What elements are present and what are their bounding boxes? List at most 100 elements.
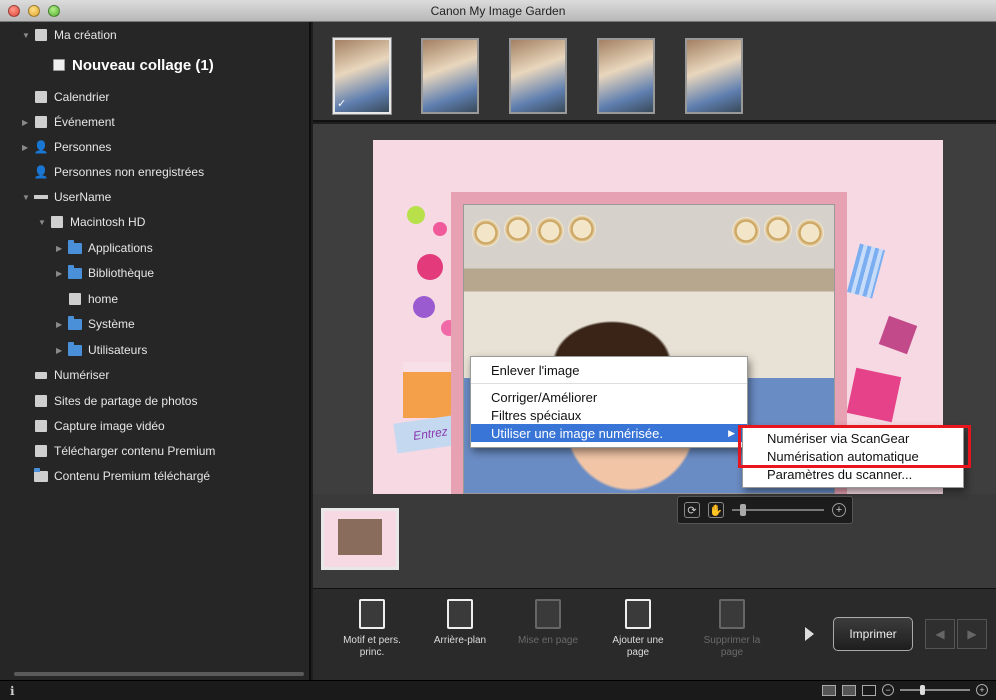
disclosure-open-icon[interactable]: ▼ [22,31,32,40]
gift-decoration [878,315,918,355]
zoom-in-icon[interactable]: + [976,684,988,696]
sidebar-item-label: Utilisateurs [88,343,148,357]
previous-page-button[interactable]: ◀ [925,619,955,649]
folder-icon [34,467,48,483]
sidebar-item-systeme[interactable]: ▶ Système [56,313,135,335]
next-page-button[interactable]: ▶ [957,619,987,649]
sidebar-item-label: Système [88,317,135,331]
layout-icon [535,599,561,629]
sidebar-item-sites-partage[interactable]: Sites de partage de photos [34,390,197,412]
sidebar-item-label: Sites de partage de photos [54,394,198,408]
menu-item-scanner-settings[interactable]: Paramètres du scanner... [743,465,963,483]
menu-item-scan-via-scangear[interactable]: Numériser via ScanGear [743,429,963,447]
print-button[interactable]: Imprimer [833,617,913,651]
sidebar-item-label: Nouveau collage (1) [72,56,214,74]
zoom-slider[interactable] [732,504,824,516]
fit-view-icon[interactable] [862,684,876,696]
add-page-icon [625,599,651,629]
ribbon-decoration [846,243,886,299]
menu-item-auto-scan[interactable]: Numérisation automatique [743,447,963,465]
view-mode-icon[interactable] [842,684,856,696]
menu-item-correct-enhance[interactable]: Corriger/Améliorer [471,388,747,406]
sidebar-item-label: home [88,292,119,306]
delete-page-button[interactable]: Supprimer la page [697,599,767,659]
sidebar-item-applications[interactable]: ▶ Applications [56,237,153,259]
sidebar-item-macintosh-hd[interactable]: ▼ Macintosh HD [38,211,145,233]
sidebar-item-personnes-non-enregistrees[interactable]: 👤 Personnes non enregistrées [33,161,205,183]
sidebar-item-home[interactable]: home [68,288,118,310]
sidebar-item-bibliotheque[interactable]: ▶ Bibliothèque [56,262,154,284]
sidebar-item-label: Calendrier [54,90,110,104]
disclosure-closed-icon[interactable]: ▶ [22,143,32,152]
photo-thumbnail[interactable] [685,38,743,114]
info-icon[interactable]: ℹ [10,684,15,698]
layout-button[interactable]: Mise en page [513,599,583,647]
photo-thumbnail[interactable] [509,38,567,114]
sidebar-item-utilisateurs[interactable]: ▶ Utilisateurs [56,339,147,361]
disclosure-open-icon[interactable]: ▼ [38,218,48,227]
menu-item-label: Utiliser une image numérisée. [491,425,663,441]
rotate-icon[interactable]: ⟳ [684,502,700,518]
plate-image-detail [568,215,596,243]
view-zoom-slider[interactable] [900,685,970,695]
delete-page-icon [719,599,745,629]
menu-item-remove-image[interactable]: Enlever l'image [471,361,747,379]
disclosure-closed-icon[interactable]: ▶ [56,269,66,278]
collage-icon [52,58,66,72]
view-mode-icon[interactable] [822,684,836,696]
add-page-button[interactable]: Ajouter une page [603,599,673,659]
disclosure-closed-icon[interactable]: ▶ [56,320,66,329]
sidebar-item-label: UserName [54,190,112,204]
checkmark-icon: ✓ [337,98,347,110]
disclosure-closed-icon[interactable]: ▶ [56,346,66,355]
folder-icon [68,239,82,255]
photo-thumbnail[interactable] [421,38,479,114]
photo-thumbnail[interactable] [597,38,655,114]
hand-icon[interactable]: ✋ [708,502,724,518]
sidebar-scrollbar[interactable] [14,672,304,676]
sidebar-item-contenu-premium[interactable]: Contenu Premium téléchargé [34,465,210,487]
flower-decoration [407,206,425,224]
sidebar-item-label: Contenu Premium téléchargé [54,469,211,483]
home-icon [68,292,82,306]
motif-button[interactable]: Motif et pers. princ. [337,599,407,659]
sidebar-item-nouveau-collage[interactable]: Nouveau collage (1) [52,54,214,76]
sidebar-item-label: Capture image vidéo [54,419,165,433]
sidebar-item-label: Événement [54,115,115,129]
folder-icon [68,264,82,280]
submenu-arrow-icon: ▶ [728,427,735,438]
sidebar-item-label: Télécharger contenu Premium [54,444,216,458]
page-thumbnail[interactable] [321,508,399,570]
folder-icon [68,341,82,357]
disclosure-closed-icon[interactable]: ▶ [56,244,66,253]
add-page-label: Ajouter une page [612,635,664,658]
flower-decoration [433,222,447,236]
person-unregistered-icon: 👤 [33,165,49,179]
more-options-arrow-icon[interactable] [805,627,814,641]
sidebar-item-label: Macintosh HD [70,215,146,229]
background-button[interactable]: Arrière-plan [425,599,495,647]
sidebar-item-numeriser[interactable]: Numériser [34,364,109,386]
disclosure-open-icon[interactable]: ▼ [22,193,32,202]
delete-page-label: Supprimer la page [703,635,761,658]
photo-thumbnail[interactable]: ✓ [333,38,391,114]
sidebar-item-evenement[interactable]: ▶ Événement [22,111,115,133]
sidebar-item-calendrier[interactable]: Calendrier [34,86,109,108]
sidebar-item-label: Bibliothèque [88,266,155,280]
sidebar-item-telecharger-premium[interactable]: Télécharger contenu Premium [34,440,215,462]
sidebar-item-username[interactable]: ▼ UserName [22,186,111,208]
sidebar-item-label: Personnes [54,140,112,154]
sidebar-item-label: Applications [88,241,153,255]
sidebar-item-personnes[interactable]: ▶ 👤 Personnes [22,136,111,158]
menu-item-use-scanned-image[interactable]: Utiliser une image numérisée. ▶ [471,424,747,442]
zoom-in-icon[interactable]: + [832,503,846,517]
sidebar-item-ma-creation[interactable]: ▼ Ma création [22,24,117,46]
zoom-out-icon[interactable]: − [882,684,894,696]
menu-item-special-filters[interactable]: Filtres spéciaux [471,406,747,424]
sidebar-item-capture-video[interactable]: Capture image vidéo [34,415,165,437]
status-bar: ℹ − + [0,680,996,700]
disclosure-closed-icon[interactable]: ▶ [22,118,32,127]
view-controls: − + [822,684,988,696]
plate-image-detail [732,217,760,245]
flower-decoration [417,254,443,280]
